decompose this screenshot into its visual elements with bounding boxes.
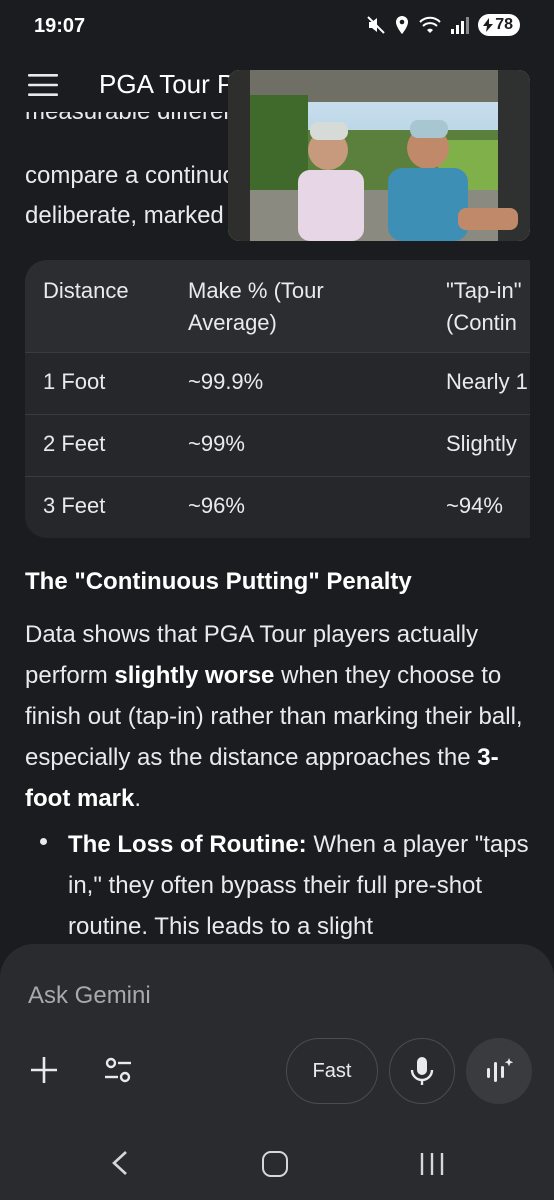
table-header-make-pct: Make % (Tour Average) — [188, 278, 324, 335]
para-text-3: . — [134, 785, 142, 812]
table-cell: Nearly 1 — [446, 369, 528, 394]
back-icon[interactable] — [108, 1150, 132, 1176]
wifi-icon — [419, 16, 441, 33]
intro-line-2: compare a continuous — [25, 162, 262, 189]
signal-icon — [451, 17, 470, 34]
table-cell: 1 Foot — [43, 369, 106, 394]
battery-level: 78 — [495, 16, 513, 33]
table-header-distance: Distance — [43, 278, 129, 303]
table-cell: 2 Feet — [43, 431, 106, 456]
prompt-input[interactable]: Ask Gemini — [28, 982, 151, 1010]
status-bar: 19:07 78 — [0, 0, 554, 56]
table-cell: Slightly — [446, 431, 517, 456]
live-waveform-icon — [487, 1058, 514, 1082]
bullet-item: The Loss of Routine: When a player "taps… — [68, 824, 538, 944]
intro-line-3: deliberate, marked — [25, 202, 224, 229]
recents-icon[interactable] — [419, 1152, 445, 1176]
location-icon — [396, 16, 409, 34]
home-icon[interactable] — [262, 1151, 288, 1177]
table-cell: ~99.9% — [188, 369, 264, 394]
model-mode-label: Fast — [312, 1059, 352, 1082]
putting-table[interactable]: Distance Make % (Tour Average) "Tap-in" … — [25, 260, 530, 538]
charging-icon — [483, 18, 494, 32]
microphone-button[interactable] — [389, 1038, 455, 1104]
intro-line-1: measurable difference — [25, 112, 262, 132]
status-time: 19:07 — [34, 15, 86, 37]
para-bold-1: slightly worse — [114, 662, 275, 689]
bullet-dot — [40, 838, 47, 845]
live-mode-button[interactable] — [466, 1038, 532, 1104]
microphone-icon — [410, 1057, 434, 1085]
model-mode-button[interactable]: Fast — [286, 1038, 378, 1104]
tools-button[interactable] — [96, 1048, 140, 1092]
table-cell: ~94% — [446, 493, 503, 518]
table-header: Distance Make % (Tour Average) "Tap-in" … — [25, 260, 530, 352]
table-header-tap-in: "Tap-in" (Contin — [446, 278, 522, 335]
table-row: 1 Foot ~99.9% Nearly 1 — [25, 352, 530, 414]
bullet-bold: The Loss of Routine: — [68, 831, 307, 858]
prompt-composer: Ask Gemini Fast — [0, 944, 554, 1124]
table-row: 2 Feet ~99% Slightly — [25, 414, 530, 476]
system-nav-bar — [0, 1124, 554, 1200]
battery-indicator: 78 — [478, 14, 520, 36]
status-icons: 78 — [366, 14, 520, 36]
plus-icon — [31, 1057, 57, 1083]
video-thumbnail — [228, 70, 530, 241]
table-cell: 3 Feet — [43, 493, 106, 518]
mute-icon — [367, 16, 385, 34]
add-attachment-button[interactable] — [22, 1048, 66, 1092]
menu-icon[interactable] — [28, 74, 58, 96]
table-row: 3 Feet ~96% ~94% — [25, 476, 530, 538]
body-paragraph: Data shows that PGA Tour players actuall… — [25, 614, 530, 819]
table-cell: ~99% — [188, 431, 245, 456]
video-pip[interactable] — [228, 70, 530, 241]
table-cell: ~96% — [188, 493, 245, 518]
section-heading: The "Continuous Putting" Penalty — [25, 568, 412, 595]
tools-icon — [105, 1057, 131, 1083]
